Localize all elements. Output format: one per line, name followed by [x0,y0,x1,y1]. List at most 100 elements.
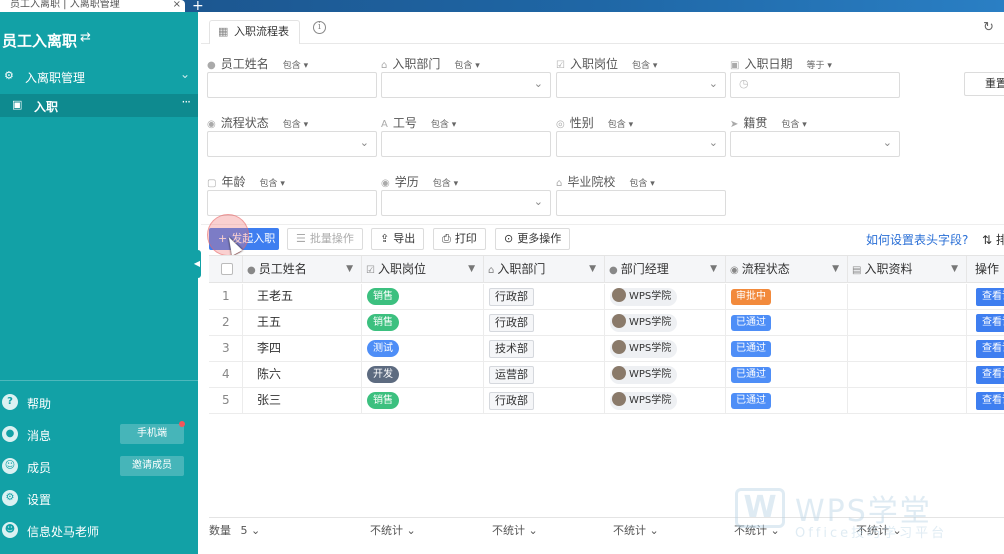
more-icon[interactable]: ··· [182,95,192,109]
filter-op[interactable]: 等于 ▾ [806,61,831,71]
position-cell[interactable]: 销售 [362,388,484,413]
filter-dept-select[interactable]: ⌄ [381,72,551,98]
sidebar-help[interactable]: ? 帮助 [0,392,198,416]
status-cell[interactable]: 已通过 [726,310,848,335]
manager-cell[interactable]: WPS学院 [605,336,726,361]
employee-name[interactable]: 李四 [243,336,362,361]
stat-dept[interactable]: 不统计 ⌄ [492,518,538,544]
status-cell[interactable]: 已通过 [726,336,848,361]
refresh-icon[interactable]: ↻ [983,20,994,35]
filter-education-select[interactable]: ⌄ [381,190,551,216]
status-cell[interactable]: 已通过 [726,362,848,387]
table-row[interactable]: 1王老五销售 行政部 WPS学院 审批中 查看详情 [209,284,1004,310]
filter-name-input[interactable] [207,72,377,98]
position-cell[interactable]: 销售 [362,310,484,335]
filter-age-input[interactable] [207,190,377,216]
filter-op[interactable]: 包含 ▾ [433,179,458,189]
employee-name[interactable]: 王五 [243,310,362,335]
collapse-sidebar-handle[interactable]: ◀ [193,250,201,278]
view-details-button[interactable]: 查看详情 [976,287,1004,306]
stat-position[interactable]: 不统计 ⌄ [370,518,416,544]
employee-name[interactable]: 张三 [243,388,362,413]
swap-icon[interactable]: ⇄ [80,30,91,45]
dept-cell[interactable]: 运营部 [484,362,605,387]
manager-cell[interactable]: WPS学院 [605,310,726,335]
col-header-position[interactable]: ☑ 入职岗位 ▼ [362,256,484,283]
manager-cell[interactable]: WPS学院 [605,362,726,387]
filter-status-select[interactable]: ⌄ [207,131,377,157]
table-row[interactable]: 3李四测试 技术部 WPS学院 已通过 查看详情 [209,336,1004,362]
filter-op[interactable]: 包含 ▾ [608,120,633,130]
filter-op[interactable]: 包含 ▾ [454,61,479,71]
docs-cell[interactable] [848,284,967,309]
batch-operation-button[interactable]: ☰ 批量操作 [287,228,363,250]
table-row[interactable]: 2王五销售 行政部 WPS学院 已通过 查看详情 [209,310,1004,336]
docs-cell[interactable] [848,388,967,413]
sidebar-item-onboard[interactable]: ▣ 入职 ··· [0,94,198,117]
filter-op[interactable]: 包含 ▾ [283,120,308,130]
export-button[interactable]: ⇪ 导出 [371,228,425,250]
col-header-manager[interactable]: ● 部门经理 ▼ [605,256,726,283]
filter-op[interactable]: 包含 ▾ [632,61,657,71]
select-all-checkbox[interactable] [221,263,233,275]
view-details-button[interactable]: 查看详情 [976,339,1004,358]
manager-cell[interactable]: WPS学院 [605,388,726,413]
dept-cell[interactable]: 技术部 [484,336,605,361]
col-header-docs[interactable]: ▤ 入职资料 ▼ [848,256,967,283]
filter-op[interactable]: 包含 ▾ [259,179,284,189]
more-actions-button[interactable]: ⊙ 更多操作 [495,228,571,250]
employee-name[interactable]: 陈六 [243,362,362,387]
reset-button[interactable]: 重置 [964,72,1004,96]
sidebar-group-onboarding[interactable]: ⚙ 入离职管理 ⌄ [0,66,198,88]
col-header-dept[interactable]: ⌂ 入职部门 ▼ [484,256,605,283]
table-row[interactable]: 5张三销售 行政部 WPS学院 已通过 查看详情 [209,388,1004,414]
header-field-help-link[interactable]: 如何设置表头字段? [866,231,968,248]
dept-cell[interactable]: 行政部 [484,388,605,413]
view-details-button[interactable]: 查看详情 [976,365,1004,384]
filter-school-input[interactable] [556,190,726,216]
mobile-button[interactable]: 手机端 [120,424,184,444]
employee-name[interactable]: 王老五 [243,284,362,309]
filter-op[interactable]: 包含 ▾ [781,120,806,130]
print-button[interactable]: ⎙ 打印 [433,228,486,250]
status-cell[interactable]: 审批中 [726,284,848,309]
sidebar-settings[interactable]: ⚙ 设置 [0,488,198,512]
view-details-button[interactable]: 查看详情 [976,391,1004,410]
docs-cell[interactable] [848,336,967,361]
filter-origin-select[interactable]: ⌄ [730,131,900,157]
filter-op[interactable]: 包含 ▾ [629,179,654,189]
stat-manager[interactable]: 不统计 ⌄ [613,518,659,544]
row-count[interactable]: 数量 5 ⌄ [209,518,260,544]
filter-op[interactable]: 包含 ▾ [431,120,456,130]
browser-tab[interactable]: 员工入离职 | 入离职管理 × [0,0,185,12]
view-details-button[interactable]: 查看详情 [976,313,1004,332]
status-cell[interactable]: 已通过 [726,388,848,413]
manager-cell[interactable]: WPS学院 [605,284,726,309]
filter-gender-select[interactable]: ⌄ [556,131,726,157]
position-cell[interactable]: 开发 [362,362,484,387]
avatar [612,391,626,406]
stat-status[interactable]: 不统计 ⌄ [734,518,780,544]
filter-op[interactable]: 包含 ▾ [283,61,308,71]
col-header-name[interactable]: ● 员工姓名 ▼ [243,256,362,283]
table-row[interactable]: 4陈六开发 运营部 WPS学院 已通过 查看详情 [209,362,1004,388]
position-cell[interactable]: 销售 [362,284,484,309]
docs-cell[interactable] [848,362,967,387]
close-icon[interactable]: × [173,0,181,10]
docs-cell[interactable] [848,310,967,335]
sidebar-user[interactable]: ☻ 信息处马老师 [0,520,198,544]
sidebar-messages[interactable]: ● 消息 手机端 [0,421,198,448]
sort-button[interactable]: ⇅ 排 [982,231,1004,248]
filter-empno-input[interactable] [381,131,551,157]
filter-position-select[interactable]: ⌄ [556,72,726,98]
info-icon[interactable]: i [313,21,326,34]
col-header-status[interactable]: ◉ 流程状态 ▼ [726,256,848,283]
invite-member-button[interactable]: 邀请成员 [120,456,184,476]
dept-cell[interactable]: 行政部 [484,310,605,335]
stat-docs[interactable]: 不统计 ⌄ [856,518,902,544]
position-cell[interactable]: 测试 [362,336,484,361]
tab-onboarding-flow[interactable]: ▦ 入职流程表 [209,20,300,44]
dept-cell[interactable]: 行政部 [484,284,605,309]
filter-date-picker[interactable]: ◷ [730,72,900,98]
sidebar-members[interactable]: ☺ 成员 邀请成员 [0,456,198,480]
